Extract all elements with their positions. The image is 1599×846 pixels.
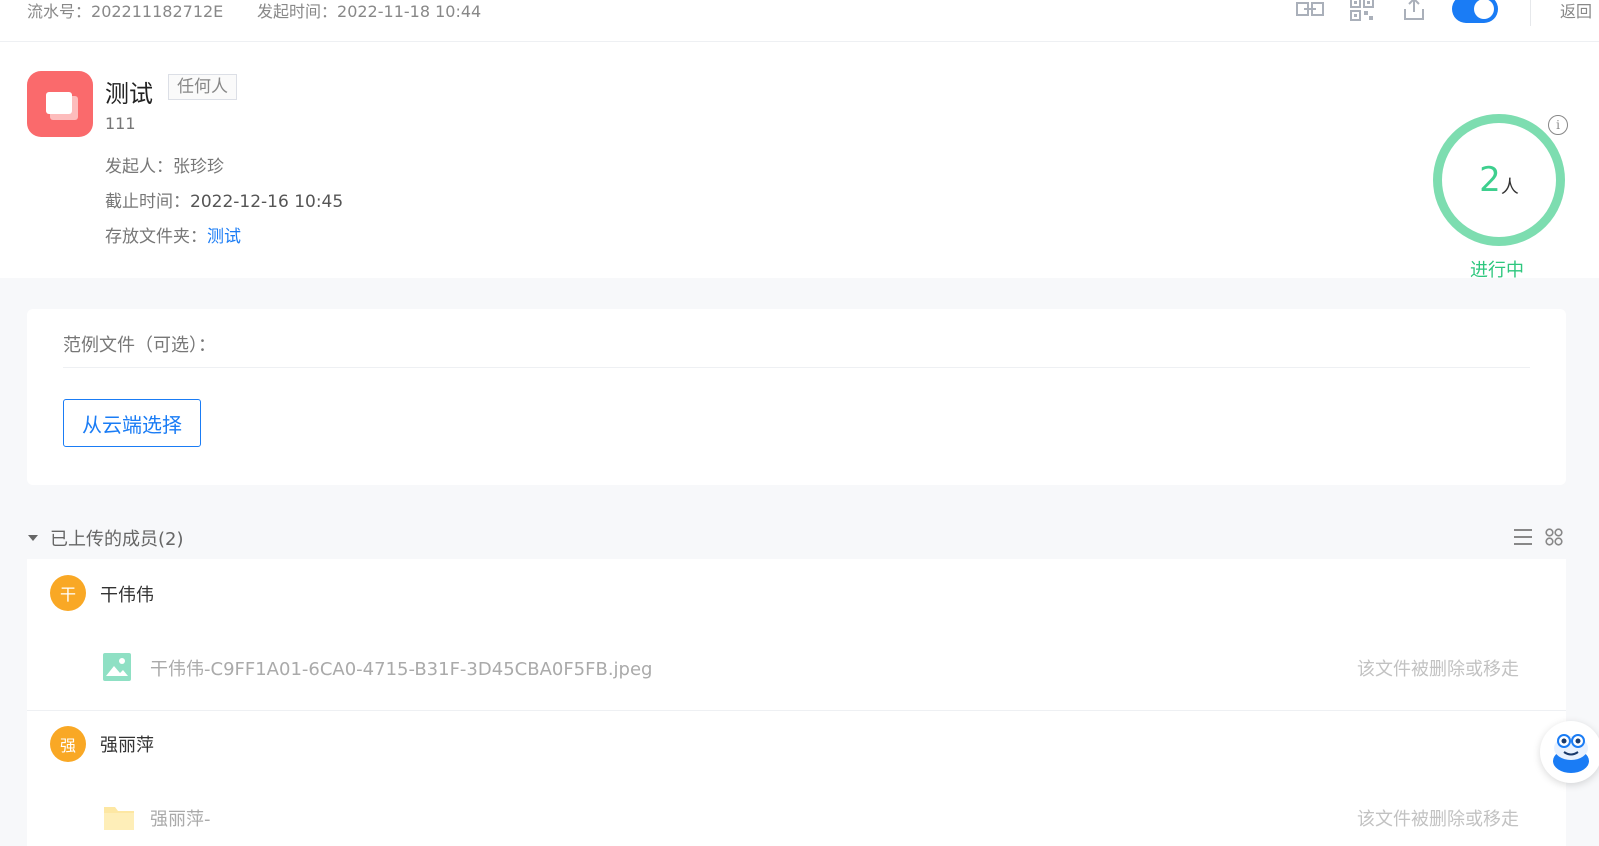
folder-label: 存放文件夹：	[105, 227, 207, 247]
share-upload-icon[interactable]	[1400, 0, 1428, 22]
member-item: 干 干伟伟 干伟伟-C9FF1A01-6CA0-4715-B31F-3D45CB…	[27, 559, 1566, 711]
info-icon[interactable]: i	[1548, 115, 1568, 135]
audience-tag: 任何人	[168, 74, 237, 100]
folder-link[interactable]: 测试	[207, 227, 241, 247]
deadline-row: 截止时间：2022-12-16 10:45	[105, 187, 343, 212]
serial-value: 202211182712E	[91, 2, 224, 21]
submission-count: 2	[1479, 160, 1501, 200]
grid-view-icon[interactable]	[1545, 528, 1563, 546]
initiator-row: 发起人：张珍珍	[105, 152, 224, 177]
task-app-icon	[27, 71, 93, 137]
sample-file-card: 范例文件（可选）： 从云端选择	[27, 309, 1566, 485]
member-list: 干 干伟伟 干伟伟-C9FF1A01-6CA0-4715-B31F-3D45CB…	[27, 559, 1566, 846]
submission-count-ring: 2人	[1433, 114, 1565, 246]
assistant-mascot-icon[interactable]	[1540, 721, 1599, 783]
app-icon-sheet-front	[46, 92, 72, 114]
task-title: 测试	[105, 80, 153, 108]
start-time-value: 2022-11-18 10:44	[337, 2, 482, 21]
file-status: 该文件被删除或移走	[1357, 659, 1519, 680]
member-item: 强 强丽萍 强丽萍- 该文件被删除或移走	[27, 711, 1566, 846]
top-bar: 流水号：202211182712E 发起时间：2022-11-18 10:44 …	[0, 0, 1599, 42]
task-header: 测试 任何人 111 发起人：张珍珍 截止时间：2022-12-16 10:45…	[0, 42, 1599, 281]
deadline-label: 截止时间：	[105, 192, 190, 212]
back-button[interactable]: 返回	[1560, 0, 1592, 22]
initiator-value: 张珍珍	[173, 157, 224, 177]
folder-row: 存放文件夹：测试	[105, 222, 241, 247]
member-name: 强丽萍	[100, 735, 154, 756]
uploaded-members-header[interactable]: 已上传的成员(2)	[28, 525, 184, 551]
qrcode-icon[interactable]	[1348, 0, 1376, 22]
file-name[interactable]: 强丽萍-	[150, 805, 211, 831]
select-from-cloud-button[interactable]: 从云端选择	[63, 399, 201, 447]
start-time-label: 发起时间：	[257, 2, 338, 21]
card-divider	[63, 367, 1530, 368]
serial-label: 流水号：	[27, 2, 92, 21]
avatar: 强	[50, 726, 86, 762]
task-description: 111	[105, 114, 136, 133]
link-icon[interactable]	[1296, 0, 1324, 22]
folder-icon	[103, 803, 135, 831]
start-time: 发起时间：2022-11-18 10:44	[257, 0, 481, 22]
avatar: 干	[50, 575, 86, 611]
collection-toggle[interactable]	[1452, 0, 1498, 23]
task-status: 进行中	[1470, 260, 1524, 281]
sample-file-label: 范例文件（可选）：	[63, 335, 216, 356]
collapse-caret-icon	[28, 535, 38, 541]
count-unit: 人	[1500, 177, 1519, 198]
list-view-icon[interactable]	[1513, 527, 1533, 547]
toggle-knob	[1474, 0, 1494, 19]
image-file-icon	[103, 653, 131, 681]
divider	[1530, 0, 1531, 26]
member-name: 干伟伟	[100, 585, 154, 606]
uploaded-members-title: 已上传的成员(2)	[50, 529, 184, 550]
file-status: 该文件被删除或移走	[1357, 809, 1519, 830]
initiator-label: 发起人：	[105, 157, 173, 177]
deadline-value: 2022-12-16 10:45	[190, 192, 344, 212]
file-name[interactable]: 干伟伟-C9FF1A01-6CA0-4715-B31F-3D45CBA0F5FB…	[150, 655, 653, 681]
serial-number: 流水号：202211182712E	[27, 0, 223, 22]
